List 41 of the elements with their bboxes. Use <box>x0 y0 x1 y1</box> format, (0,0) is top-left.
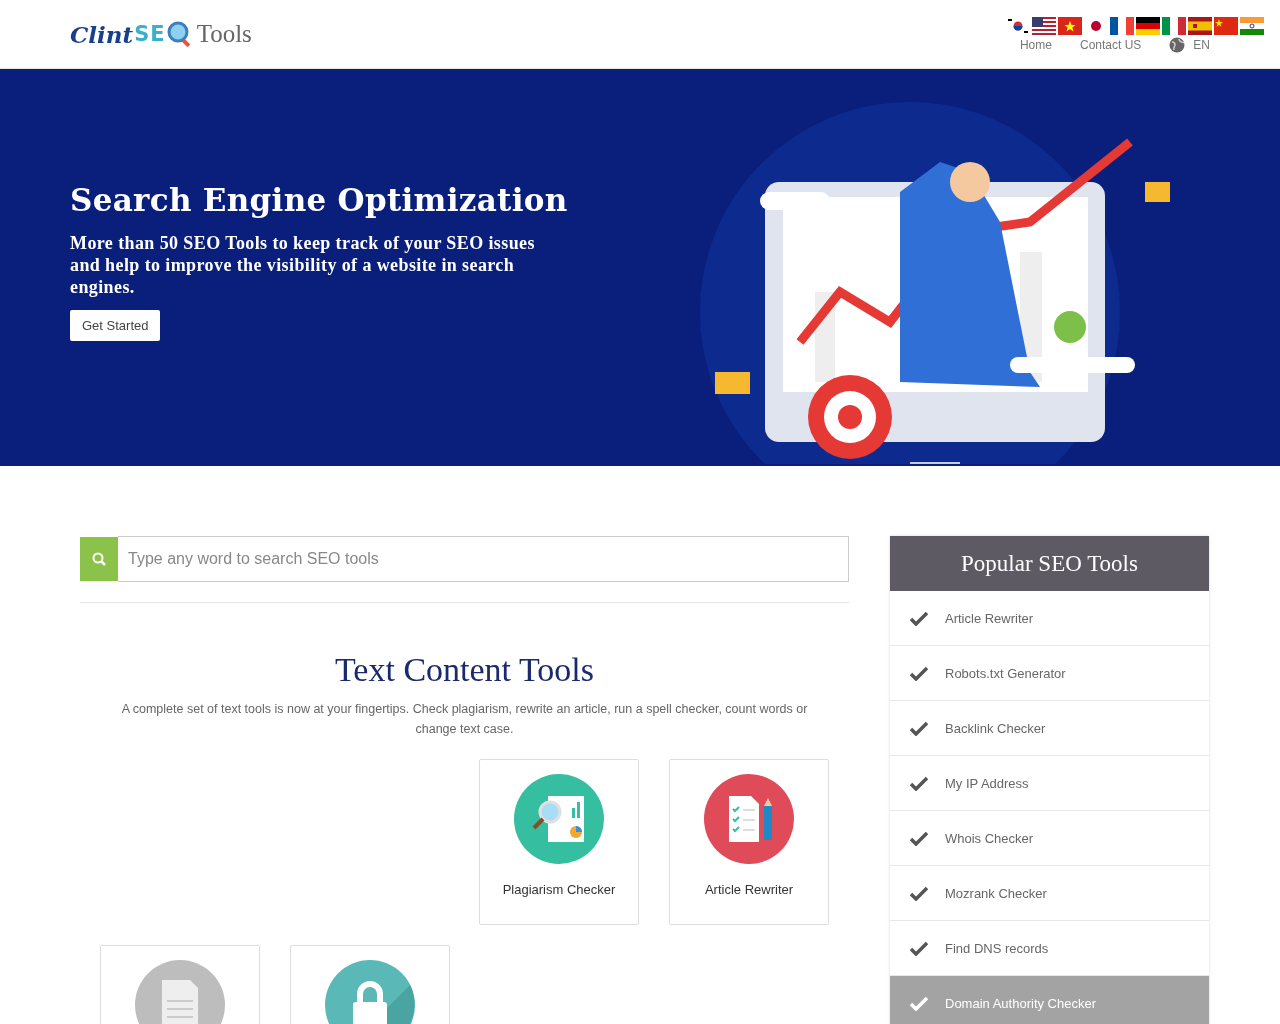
sidebar-item[interactable]: Whois Checker <box>890 811 1209 866</box>
flag-icon[interactable] <box>1136 17 1160 35</box>
tool-card[interactable]: Article Rewriter <box>669 759 829 925</box>
sidebar-title: Popular SEO Tools <box>890 536 1209 591</box>
globe-icon[interactable] <box>1169 37 1186 53</box>
language-link[interactable]: EN <box>1193 38 1210 52</box>
check-icon <box>910 775 928 791</box>
logo-text[interactable]: Clint <box>70 20 134 48</box>
check-icon <box>910 610 928 626</box>
sidebar-item[interactable]: Backlink Checker <box>890 701 1209 756</box>
tool-name: Article Rewriter <box>704 882 794 897</box>
tool-name: Plagiarism Checker <box>502 882 616 897</box>
sidebar-item[interactable]: Mozrank Checker <box>890 866 1209 921</box>
check-icon <box>910 720 928 736</box>
check-icon <box>910 830 928 846</box>
flag-icon[interactable] <box>1032 17 1056 35</box>
hero-subtitle: More than 50 SEO Tools to keep track of your SEO issues and help to improve the visibility of a website in search engines. <box>70 232 536 298</box>
nav-link[interactable]: Home <box>1019 38 1052 52</box>
check-icon <box>910 885 928 901</box>
logo-text[interactable]: Tools <box>196 20 252 48</box>
document-icon <box>135 960 225 1024</box>
sidebar-item[interactable]: Article Rewriter <box>890 591 1209 646</box>
sidebar-item[interactable]: Robots.txt Generator <box>890 646 1209 701</box>
check-icon <box>910 940 928 956</box>
check-icon <box>910 665 928 681</box>
magnifier-report-icon <box>514 774 604 864</box>
lock-icon <box>325 960 415 1024</box>
get-started-button[interactable]: Get Started <box>70 310 161 341</box>
tool-card[interactable]: Plagiarism Checker <box>479 759 639 925</box>
checklist-pencil-icon <box>704 774 794 864</box>
sidebar-item[interactable]: Find DNS records <box>890 921 1209 976</box>
section-description: A complete set of text tools is now at your fingertips. Check plagiarism, rewrite an article, run a spell checker, count words or change text case. <box>120 701 809 738</box>
flag-icon[interactable] <box>1006 17 1030 35</box>
flag-icon[interactable] <box>1110 17 1134 35</box>
nav-link[interactable]: Contact US <box>1079 38 1142 52</box>
check-icon <box>910 995 928 1011</box>
hero-title: Search Engine Optimization <box>70 182 569 218</box>
search-field[interactable]: Type any word to search SEO tools <box>118 536 849 582</box>
section-title: Text Content Tools <box>333 651 596 689</box>
magnifier-icon[interactable] <box>166 21 193 47</box>
sidebar-item[interactable]: My IP Address <box>890 756 1209 811</box>
